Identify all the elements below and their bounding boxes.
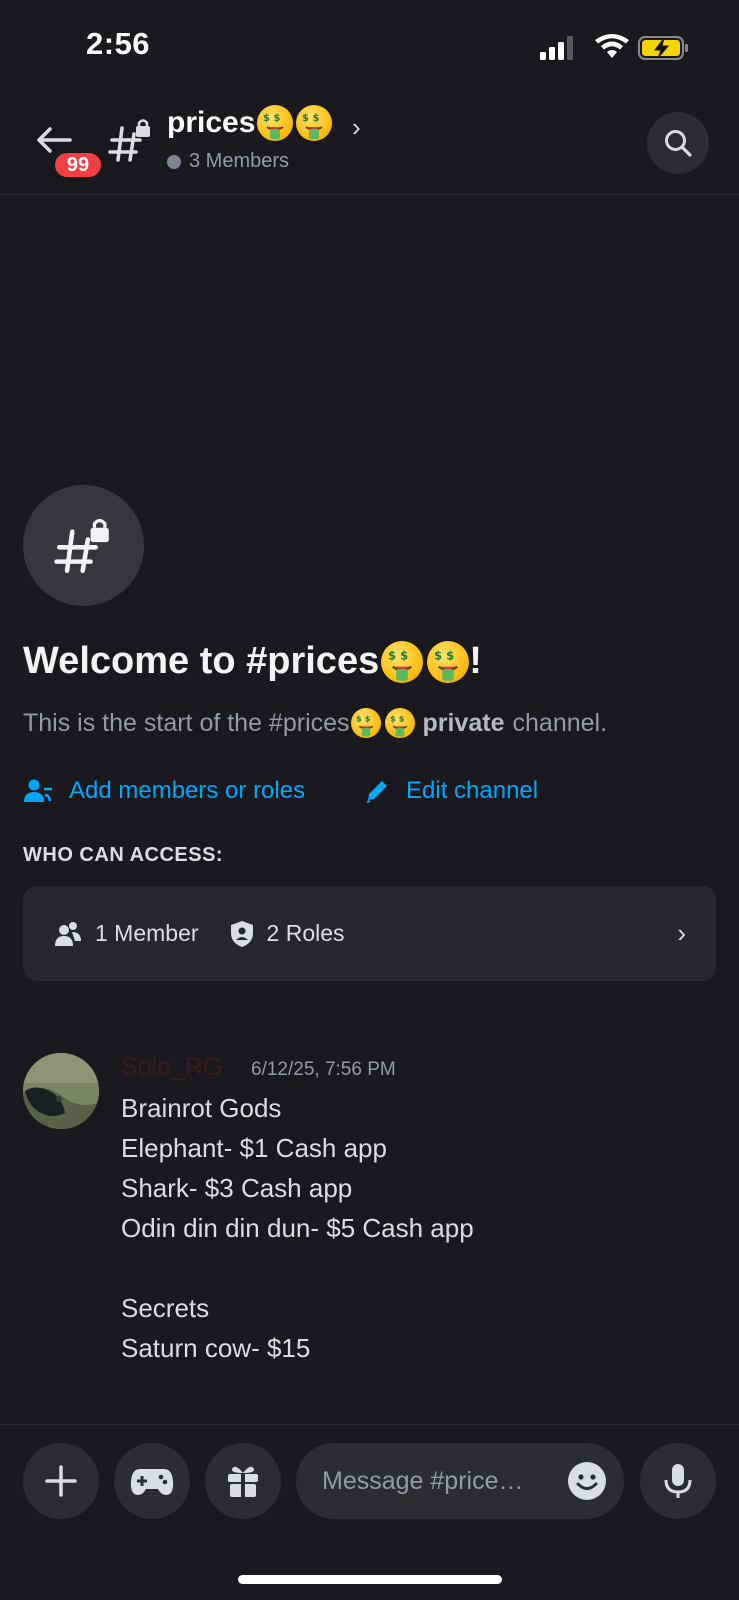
header-divider bbox=[0, 194, 739, 195]
access-members: 1 Member bbox=[53, 920, 199, 947]
status-dot-icon bbox=[167, 154, 181, 169]
cellular-signal-icon bbox=[540, 36, 573, 60]
access-roles: 2 Roles bbox=[229, 920, 345, 948]
edit-channel-button[interactable]: Edit channel bbox=[364, 777, 538, 805]
svg-text:$ $: $ $ bbox=[434, 648, 454, 662]
search-icon bbox=[665, 130, 692, 157]
search-button[interactable] bbox=[647, 112, 709, 174]
money-mouth-emoji-icon: $ $ bbox=[381, 640, 424, 683]
welcome-title: Welcome to #prices $ $ $ $ ! bbox=[23, 640, 482, 683]
wifi-icon bbox=[595, 34, 629, 58]
gift-icon bbox=[228, 1466, 258, 1497]
channel-name: prices bbox=[167, 106, 256, 139]
svg-text:$ $: $ $ bbox=[302, 113, 319, 124]
gift-button[interactable] bbox=[205, 1443, 281, 1519]
channel-avatar bbox=[23, 485, 144, 606]
who-can-access-label: WHO CAN ACCESS: bbox=[23, 844, 224, 866]
money-mouth-emoji-icon: $ $ bbox=[257, 105, 294, 141]
add-attachment-button[interactable] bbox=[23, 1443, 99, 1519]
private-channel-icon bbox=[53, 518, 109, 573]
composer-divider bbox=[0, 1424, 739, 1425]
emoji-picker-icon[interactable] bbox=[568, 1462, 606, 1500]
message-input[interactable]: Message #price… bbox=[296, 1443, 624, 1519]
avatar-photo bbox=[23, 1053, 99, 1129]
chevron-right-icon: › bbox=[677, 918, 686, 948]
chevron-right-icon[interactable]: › bbox=[352, 112, 361, 143]
svg-text:$ $: $ $ bbox=[263, 113, 280, 124]
gamepad-icon bbox=[130, 1469, 174, 1495]
avatar[interactable] bbox=[23, 1053, 99, 1129]
private-channel-icon bbox=[108, 119, 150, 162]
add-member-icon bbox=[24, 779, 52, 802]
message-input-placeholder: Message #price… bbox=[322, 1466, 524, 1495]
activities-button[interactable] bbox=[114, 1443, 190, 1519]
battery-charging-icon bbox=[638, 36, 688, 60]
home-indicator bbox=[238, 1575, 502, 1584]
money-mouth-emoji-icon: $ $ bbox=[427, 640, 470, 683]
money-mouth-emoji-icon: $ $ bbox=[384, 708, 415, 738]
money-mouth-emoji-icon: $ $ bbox=[350, 708, 381, 738]
pencil-icon bbox=[366, 781, 387, 803]
unread-badge: 99 bbox=[52, 150, 104, 180]
access-card[interactable]: 1 Member 2 Roles › bbox=[23, 886, 716, 981]
role-shield-icon bbox=[230, 920, 253, 947]
svg-text:$ $: $ $ bbox=[356, 713, 371, 723]
svg-text:$ $: $ $ bbox=[390, 713, 405, 723]
add-members-button[interactable]: Add members or roles bbox=[23, 777, 305, 805]
svg-text:$ $: $ $ bbox=[388, 648, 408, 662]
money-mouth-emoji-icon: $ $ bbox=[296, 105, 333, 141]
plus-icon bbox=[45, 1465, 77, 1497]
message-timestamp: 6/12/25, 7:56 PM bbox=[251, 1059, 396, 1080]
message-author[interactable]: Solo_RG bbox=[121, 1053, 222, 1082]
status-time: 2:56 bbox=[86, 26, 151, 61]
microphone-icon bbox=[664, 1464, 692, 1498]
members-icon bbox=[55, 921, 81, 946]
channel-title[interactable]: prices $ $ $ $ bbox=[167, 105, 333, 141]
message-body: Brainrot Gods Elephant- $1 Cash app Shar… bbox=[121, 1093, 474, 1363]
voice-message-button[interactable] bbox=[640, 1443, 716, 1519]
welcome-subtitle: This is the start of the #prices $ $ $ $… bbox=[23, 708, 608, 738]
member-count: 3 Members bbox=[167, 150, 289, 173]
